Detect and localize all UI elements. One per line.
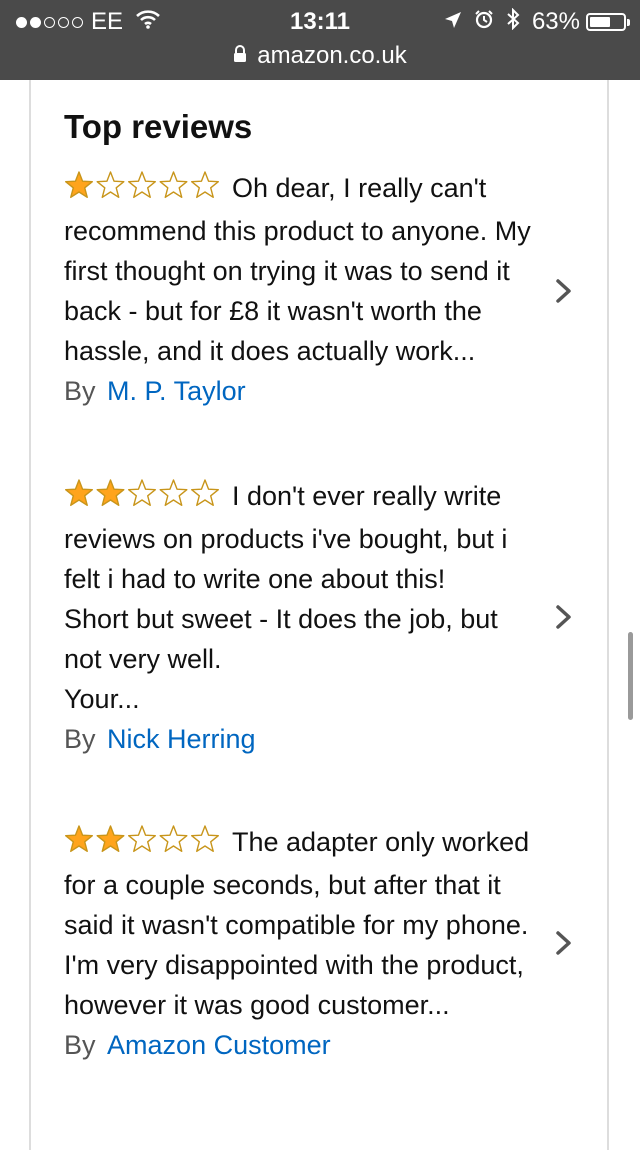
star-empty-icon [190, 479, 220, 507]
star-filled-icon [64, 479, 94, 507]
battery-percent: 63% [531, 8, 580, 35]
star-filled-icon [64, 171, 94, 199]
lock-icon [233, 42, 247, 70]
author-link[interactable]: Nick Herring [107, 724, 256, 754]
review-item[interactable]: I don't ever really write reviews on pro… [64, 476, 564, 759]
review-byline: By Amazon Customer [64, 1025, 564, 1065]
url-text: amazon.co.uk [257, 42, 407, 69]
star-empty-icon [127, 825, 157, 853]
star-rating [64, 170, 222, 211]
stars-svg [64, 171, 220, 199]
review-byline: By M. P. Taylor [64, 371, 564, 411]
status-bar: EE 13:11 63% amazon.co.uk [0, 0, 640, 80]
chevron-right-icon[interactable] [552, 928, 576, 958]
by-label: By [64, 376, 96, 406]
stars-svg [64, 825, 220, 853]
alarm-icon [474, 8, 494, 36]
star-empty-icon [159, 479, 188, 507]
star-empty-icon [159, 171, 188, 199]
star-empty-icon [159, 825, 188, 853]
star-filled-icon [96, 825, 125, 853]
scrollbar[interactable] [628, 632, 633, 720]
stars-svg [64, 479, 220, 507]
address-bar[interactable]: amazon.co.uk [0, 40, 640, 72]
chevron-right-icon[interactable] [552, 602, 576, 632]
bluetooth-icon [506, 7, 520, 37]
star-rating [64, 824, 222, 865]
battery-level-fill [590, 17, 611, 27]
star-empty-icon [96, 171, 125, 199]
status-right: 63% [444, 6, 632, 38]
review-body: The adapter only worked for a couple sec… [64, 822, 534, 1025]
location-arrow-icon [444, 8, 462, 36]
battery-icon [586, 13, 630, 31]
author-link[interactable]: M. P. Taylor [107, 376, 246, 406]
star-empty-icon [127, 171, 157, 199]
section-title: Top reviews [64, 108, 253, 145]
review-item[interactable]: The adapter only worked for a couple sec… [64, 822, 564, 1065]
by-label: By [64, 724, 96, 754]
review-body: Oh dear, I really can't recommend this p… [64, 168, 534, 371]
review-byline: By Nick Herring [64, 719, 564, 759]
star-empty-icon [127, 479, 157, 507]
star-empty-icon [190, 825, 220, 853]
review-body: I don't ever really write reviews on pro… [64, 476, 534, 719]
chevron-right-icon[interactable] [552, 276, 576, 306]
review-item[interactable]: Oh dear, I really can't recommend this p… [64, 168, 564, 411]
author-link[interactable]: Amazon Customer [107, 1030, 331, 1060]
star-rating [64, 478, 222, 519]
by-label: By [64, 1030, 96, 1060]
star-empty-icon [190, 171, 220, 199]
star-filled-icon [64, 825, 94, 853]
star-filled-icon [96, 479, 125, 507]
